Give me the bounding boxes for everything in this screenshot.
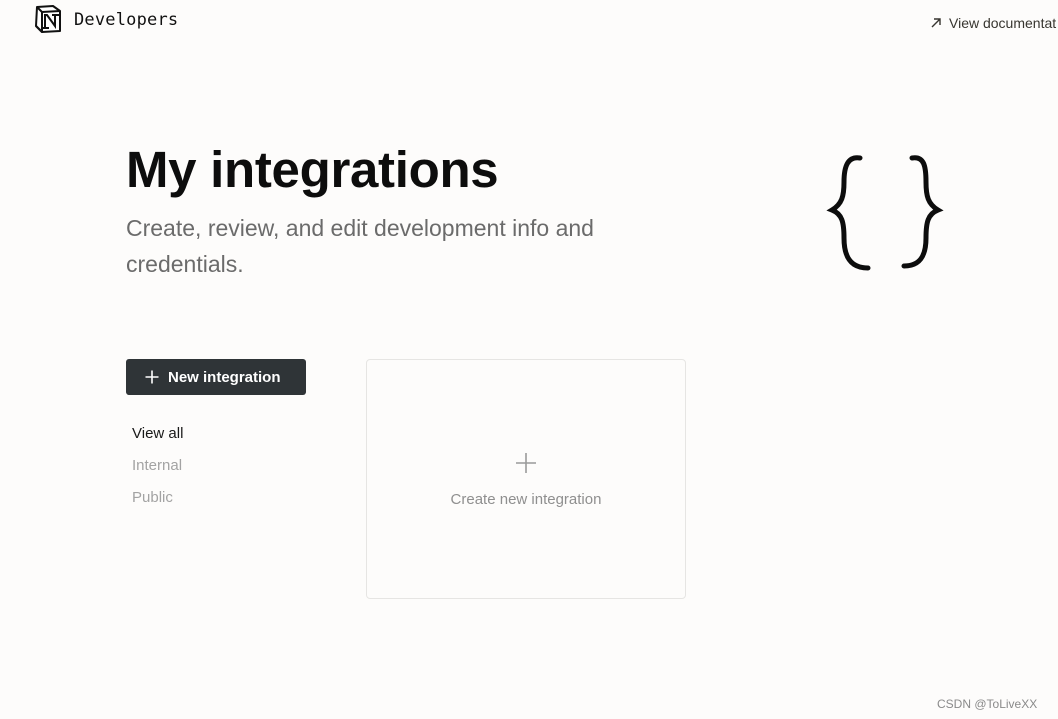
notion-logo-icon[interactable] (33, 4, 63, 34)
filter-view-all[interactable]: View all (132, 424, 183, 456)
top-bar: Developers View documentat (0, 0, 1058, 44)
plus-icon (145, 370, 159, 384)
view-documentation-link[interactable]: View documentat (929, 13, 1058, 33)
page-title: My integrations (126, 141, 499, 198)
filter-internal[interactable]: Internal (132, 456, 183, 488)
new-integration-label: New integration (168, 368, 281, 386)
curly-braces-icon (826, 155, 944, 271)
brand-name: Developers (74, 10, 179, 30)
view-documentation-label: View documentat (949, 15, 1057, 31)
plus-icon (516, 453, 536, 473)
watermark: CSDN @ToLiveXX (937, 697, 1038, 711)
new-integration-button[interactable]: New integration (126, 359, 306, 395)
arrow-up-right-icon (931, 18, 941, 28)
integration-filters: View all Internal Public (132, 424, 183, 520)
page-subtitle: Create, review, and edit development inf… (126, 215, 594, 277)
create-new-integration-label: Create new integration (450, 491, 602, 508)
create-new-integration-card[interactable]: Create new integration (366, 359, 686, 599)
filter-public[interactable]: Public (132, 488, 183, 520)
